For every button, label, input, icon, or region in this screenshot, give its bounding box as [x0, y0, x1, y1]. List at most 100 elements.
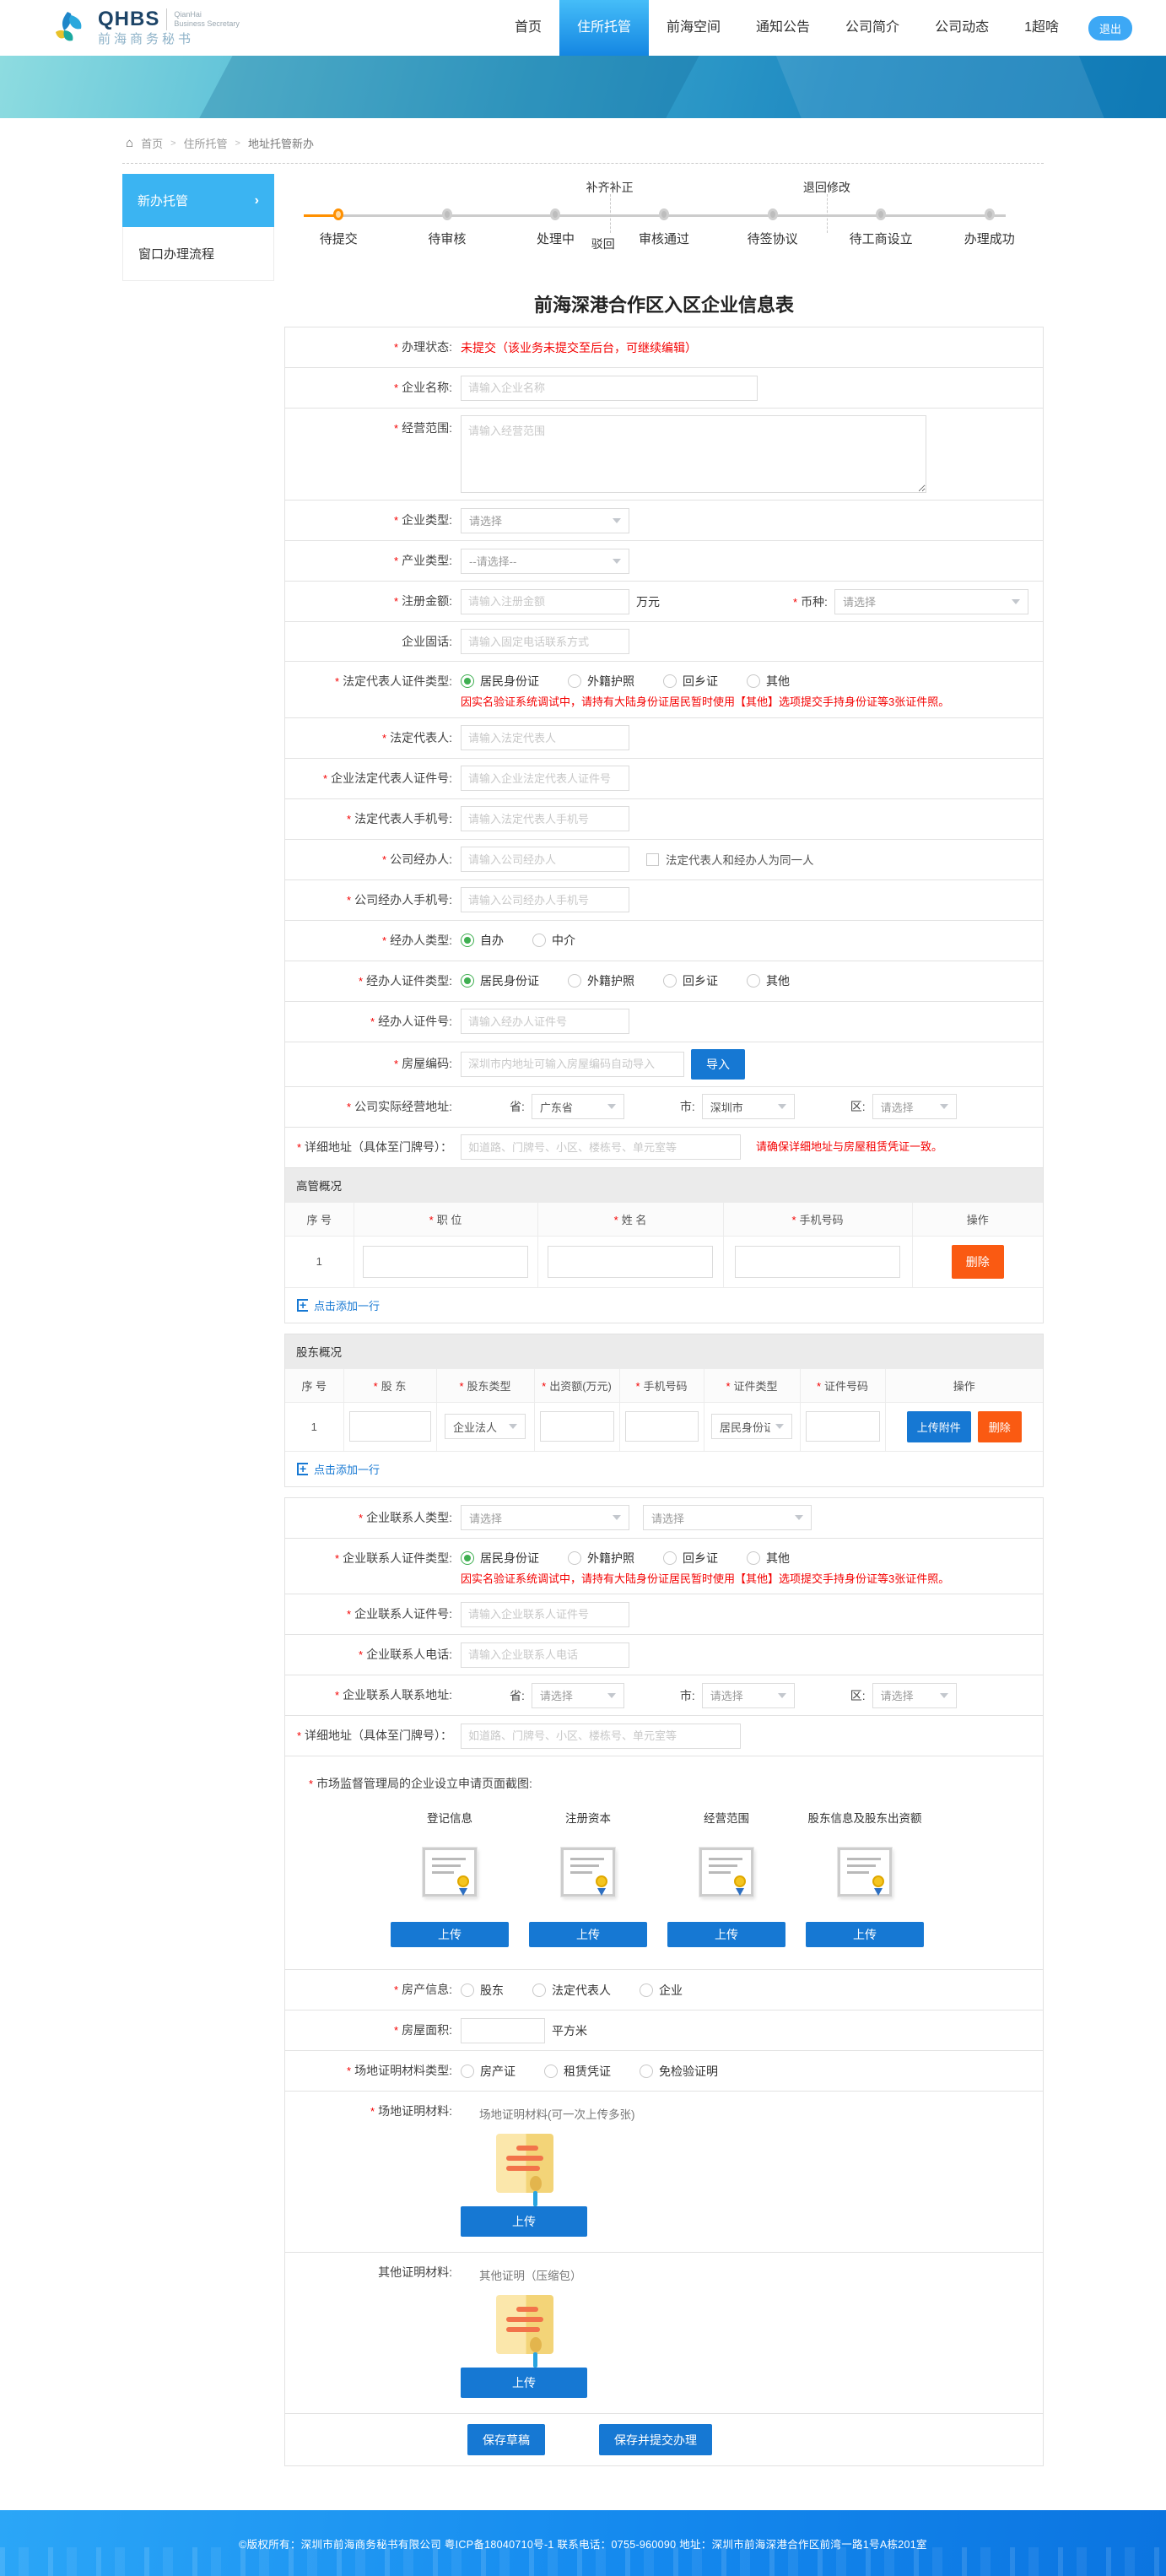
shareholder-input[interactable]: [349, 1411, 431, 1442]
radio-dot: [568, 1551, 581, 1565]
currency-select[interactable]: 请选择: [834, 589, 1028, 614]
capital-input[interactable]: [540, 1411, 614, 1442]
mobile-input[interactable]: [625, 1411, 699, 1442]
company-name-input[interactable]: [461, 376, 758, 401]
nav-item-company-profile[interactable]: 公司简介: [828, 0, 917, 56]
certificate-thumbnail: [838, 1848, 892, 1897]
sidebar-item-new-trusteeship[interactable]: 新办托管 ›: [122, 174, 274, 227]
legal-mobile-input[interactable]: [461, 806, 629, 831]
save-draft-button[interactable]: 保存草稿: [467, 2424, 545, 2455]
cert-note: 因实名验证系统调试中，请持有大陆身份证居民暂时使用【其他】选项提交手持身份证等3…: [461, 1571, 1043, 1588]
radio-intermediary[interactable]: 中介: [532, 932, 575, 949]
radio-enterprise[interactable]: 企业: [640, 1982, 683, 1999]
name-input[interactable]: [548, 1246, 713, 1278]
upload-button[interactable]: 上传: [461, 2206, 587, 2237]
contact-type-select-2[interactable]: 请选择: [643, 1505, 812, 1530]
form-row-company-address: 公司实际经营地址: 省: 广东省 市: 深圳市 区: 请选择: [284, 1086, 1044, 1128]
breadcrumb-home[interactable]: 首页: [141, 135, 163, 151]
agent-input[interactable]: [461, 847, 629, 872]
radio-shareholder[interactable]: 股东: [461, 1982, 504, 1999]
add-shareholder-row-link[interactable]: 点击添加一行: [285, 1451, 1043, 1486]
delete-row-button[interactable]: 删除: [952, 1245, 1004, 1279]
detail-address-input[interactable]: [461, 1134, 741, 1160]
screenshot-business-scope: 经营范围 上传: [663, 1809, 790, 1947]
city-select[interactable]: 请选择: [702, 1683, 795, 1708]
logout-button[interactable]: 退出: [1088, 16, 1132, 41]
company-phone-input[interactable]: [461, 629, 629, 654]
radio-foreign-passport[interactable]: 外籍护照: [568, 972, 634, 989]
legal-name-input[interactable]: [461, 725, 629, 750]
upload-button[interactable]: 上传: [667, 1922, 785, 1947]
radio-id-card[interactable]: 居民身份证: [461, 1550, 539, 1567]
radio-home-return-permit[interactable]: 回乡证: [663, 673, 718, 690]
mobile-input[interactable]: [735, 1246, 900, 1278]
chevron-down-icon: [613, 518, 621, 523]
nav-item-company-news[interactable]: 公司动态: [917, 0, 1007, 56]
nav-item-notices[interactable]: 通知公告: [738, 0, 828, 56]
radio-property-cert[interactable]: 房产证: [461, 2063, 516, 2080]
breadcrumb-level1[interactable]: 住所托管: [184, 135, 228, 151]
nav-item-residence-trusteeship[interactable]: 住所托管: [559, 0, 649, 56]
house-code-input[interactable]: [461, 1052, 684, 1077]
upload-attachment-button[interactable]: 上传附件: [907, 1411, 971, 1442]
field-label: 房屋编码:: [285, 1051, 461, 1077]
radio-other[interactable]: 其他: [747, 972, 790, 989]
nav-item-qianhai-space[interactable]: 前海空间: [649, 0, 738, 56]
registered-amount-input[interactable]: [461, 589, 629, 614]
radio-id-card[interactable]: 居民身份证: [461, 673, 539, 690]
upload-button[interactable]: 上传: [391, 1922, 509, 1947]
radio-home-return-permit[interactable]: 回乡证: [663, 972, 718, 989]
position-input[interactable]: [363, 1246, 528, 1278]
radio-home-return-permit[interactable]: 回乡证: [663, 1550, 718, 1567]
shareholder-type-select[interactable]: 企业法人: [445, 1414, 526, 1439]
field-label: 办理状态:: [285, 334, 461, 360]
legal-cert-no-input[interactable]: [461, 766, 629, 791]
district-select[interactable]: 请选择: [872, 1683, 957, 1708]
import-button[interactable]: 导入: [691, 1049, 745, 1080]
upload-button[interactable]: 上传: [461, 2368, 587, 2398]
city-label: 市:: [680, 1687, 695, 1704]
cert-no-input[interactable]: [806, 1411, 880, 1442]
radio-legal-representative[interactable]: 法定代表人: [532, 1982, 611, 1999]
sidebar-item-window-process[interactable]: 窗口办理流程: [122, 227, 274, 281]
radio-dot: [461, 674, 474, 688]
logo: QHBS QianHaiBusiness Secretary 前海商务秘书: [51, 8, 240, 47]
sidebar: 新办托管 › 窗口办理流程: [122, 174, 274, 281]
company-type-select[interactable]: 请选择: [461, 508, 629, 533]
detail-address-input[interactable]: [461, 1724, 741, 1749]
radio-lease-voucher[interactable]: 租赁凭证: [544, 2063, 611, 2080]
province-select[interactable]: 请选择: [532, 1683, 624, 1708]
radio-other[interactable]: 其他: [747, 673, 790, 690]
house-area-input[interactable]: [461, 2018, 545, 2043]
row-index: 1: [285, 1236, 354, 1287]
form-row-detail-address-2: 详细地址（具体至门牌号）：: [284, 1715, 1044, 1756]
add-executive-row-link[interactable]: 点击添加一行: [285, 1287, 1043, 1323]
nav-item-username[interactable]: 1超啥: [1007, 0, 1077, 56]
agent-cert-no-input[interactable]: [461, 1009, 629, 1034]
contact-cert-no-input[interactable]: [461, 1602, 629, 1627]
radio-foreign-passport[interactable]: 外籍护照: [568, 673, 634, 690]
radio-foreign-passport[interactable]: 外籍护照: [568, 1550, 634, 1567]
radio-inspection-free-cert[interactable]: 免检验证明: [640, 2063, 718, 2080]
nav-item-home[interactable]: 首页: [497, 0, 559, 56]
save-and-submit-button[interactable]: 保存并提交办理: [599, 2424, 712, 2455]
radio-id-card[interactable]: 居民身份证: [461, 972, 539, 989]
contact-type-select-1[interactable]: 请选择: [461, 1505, 629, 1530]
upload-button[interactable]: 上传: [529, 1922, 647, 1947]
city-select[interactable]: 深圳市: [702, 1094, 795, 1119]
step-pending-review: 待审核: [393, 174, 502, 247]
contact-phone-input[interactable]: [461, 1642, 629, 1668]
same-person-checkbox-label[interactable]: 法定代表人和经办人为同一人: [666, 851, 814, 868]
radio-self-handle[interactable]: 自办: [461, 932, 504, 949]
radio-other[interactable]: 其他: [747, 1550, 790, 1567]
radio-dot: [747, 674, 760, 688]
district-select[interactable]: 请选择: [872, 1094, 957, 1119]
province-select[interactable]: 广东省: [532, 1094, 624, 1119]
agent-mobile-input[interactable]: [461, 887, 629, 912]
industry-type-select[interactable]: --请选择--: [461, 549, 629, 574]
same-person-checkbox[interactable]: [646, 853, 659, 866]
delete-row-button[interactable]: 删除: [978, 1411, 1022, 1442]
business-scope-textarea[interactable]: [461, 415, 926, 493]
cert-type-select[interactable]: 居民身份证: [711, 1414, 792, 1439]
upload-button[interactable]: 上传: [806, 1922, 924, 1947]
